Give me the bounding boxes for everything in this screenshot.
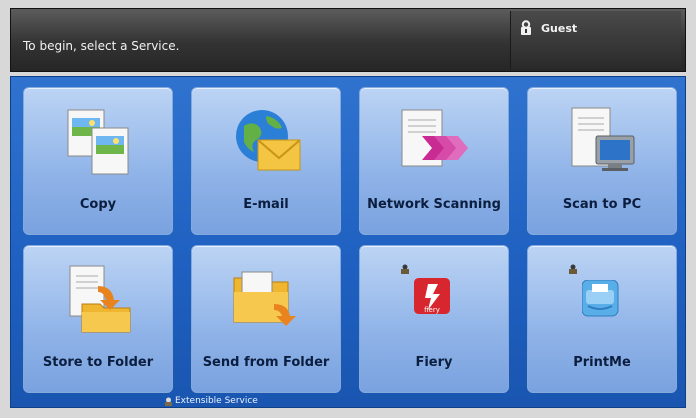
lock-icon [401, 264, 409, 274]
service-store-to-folder[interactable]: Store to Folder [23, 245, 173, 393]
service-email[interactable]: E-mail [191, 87, 341, 235]
user-name: Guest [541, 22, 578, 35]
email-icon [236, 110, 301, 171]
service-send-from-folder[interactable]: Send from Folder [191, 245, 341, 393]
service-network-scanning[interactable]: Network Scanning [359, 87, 509, 235]
service-label: Copy [79, 197, 117, 212]
copy-icon [67, 109, 129, 175]
service-copy[interactable]: Copy [23, 87, 173, 235]
service-label: PrintMe [573, 355, 631, 370]
service-printme[interactable]: PrintMe [527, 245, 677, 393]
lock-icon [569, 264, 577, 274]
service-label: Send from Folder [202, 355, 330, 370]
service-label: Store to Folder [42, 355, 154, 370]
fiery-logo-text: fiery [424, 306, 440, 314]
extensible-service-label: Extensible Service [175, 396, 258, 406]
service-label: E-mail [243, 197, 289, 212]
status-bar: To begin, select a Service. Guest [10, 8, 686, 72]
extensible-service-icon [165, 397, 172, 406]
service-label: Network Scanning [367, 197, 501, 212]
fiery-icon: fiery [414, 278, 450, 314]
scan-to-pc-icon [571, 107, 635, 171]
device-screen: To begin, select a Service. Guest Copy E… [0, 0, 696, 418]
printme-icon [582, 280, 619, 317]
service-scan-to-pc[interactable]: Scan to PC [527, 87, 677, 235]
services-panel: Copy E-mail Network Scanning Scan to PC … [10, 76, 686, 408]
service-fiery[interactable]: fiery Fiery [359, 245, 509, 393]
send-from-folder-icon [233, 271, 296, 326]
service-label: Fiery [415, 355, 453, 370]
network-scanning-icon [401, 109, 468, 167]
user-button[interactable]: Guest [510, 11, 681, 69]
instruction-message: To begin, select a Service. [23, 39, 180, 53]
service-label: Scan to PC [562, 197, 642, 212]
store-to-folder-icon [69, 265, 131, 333]
user-lock-icon [521, 20, 531, 35]
